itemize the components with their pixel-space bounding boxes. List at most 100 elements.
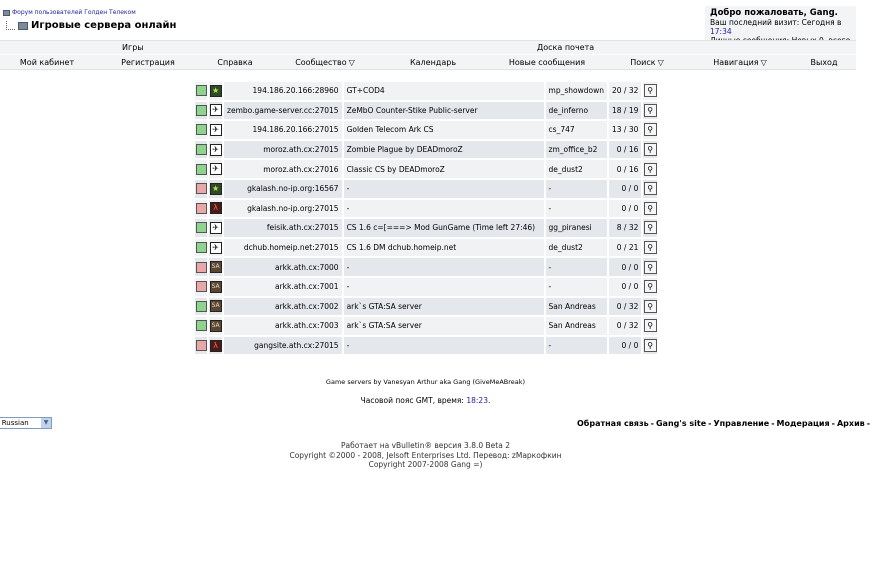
server-address: arkk.ath.cx:7003 bbox=[224, 317, 342, 335]
counter-strike-icon: ✈ bbox=[209, 143, 222, 156]
magnifier-icon[interactable]: ⚲ bbox=[643, 221, 657, 235]
footer-separator: - bbox=[771, 419, 775, 428]
server-row: ✈ dchub.homeip.net:27015 CS 1.6 DM dchub.h… bbox=[195, 238, 657, 257]
details-cell: ⚲ bbox=[643, 317, 657, 335]
server-row: λ gangsite.ath.cx:27015- -0 / 0 ⚲ bbox=[195, 336, 657, 355]
server-players: 18 / 19 bbox=[608, 101, 642, 120]
language-select[interactable]: - Russian ▼ bbox=[0, 417, 52, 429]
server-map: gg_piranesi bbox=[545, 219, 607, 237]
server-address: gkalash.no-ip.org:16567 bbox=[224, 179, 342, 198]
magnifier-icon[interactable]: ⚲ bbox=[643, 260, 657, 274]
server-players: 0 / 0 bbox=[608, 199, 642, 218]
server-row: ✈ 194.186.20.166:27015 Golden Telecom Ark … bbox=[195, 121, 657, 139]
page-title: Игровые сервера онлайн bbox=[31, 20, 177, 31]
footer-link[interactable]: Архив bbox=[837, 419, 865, 428]
half-life-icon: λ bbox=[209, 202, 222, 215]
magnifier-icon[interactable]: ⚲ bbox=[643, 280, 657, 294]
magnifier-icon[interactable]: ⚲ bbox=[643, 84, 657, 98]
server-row: ✈ moroz.ath.cx:27015 Zombie Plague by DEAD… bbox=[195, 140, 657, 159]
counter-strike-icon: ✈ bbox=[209, 221, 222, 234]
details-cell: ⚲ bbox=[643, 297, 657, 316]
nav-item-label: Новые сообщения bbox=[508, 58, 586, 67]
server-players: 0 / 16 bbox=[608, 140, 642, 159]
magnifier-icon[interactable]: ⚲ bbox=[643, 162, 657, 176]
magnifier-icon[interactable]: ⚲ bbox=[643, 103, 657, 117]
status-online-indicator bbox=[195, 242, 207, 254]
counter-strike-icon: ✈ bbox=[209, 241, 222, 254]
footer-link[interactable]: Модерация bbox=[777, 419, 830, 428]
magnifier-icon[interactable]: ⚲ bbox=[643, 182, 657, 196]
game-cell: ✈ bbox=[209, 121, 223, 139]
server-row: ✈ moroz.ath.cx:27016 Classic CS by DEADmor… bbox=[195, 160, 657, 178]
breadcrumb-forum-link[interactable]: Форум пользователей Голден Телеком bbox=[12, 9, 136, 16]
footer-link[interactable]: Управление bbox=[713, 419, 769, 428]
details-cell: ⚲ bbox=[643, 277, 657, 296]
gta-sa-icon: SA bbox=[209, 319, 222, 332]
dropdown-arrow-icon[interactable]: ▼ bbox=[41, 418, 51, 428]
nav-item-6[interactable]: Новые сообщения bbox=[509, 58, 585, 67]
server-map: de_dust2 bbox=[545, 160, 607, 178]
cod4-icon: ★ bbox=[209, 84, 222, 97]
server-players: 0 / 32 bbox=[608, 297, 642, 316]
game-cell: ✈ bbox=[209, 238, 223, 257]
server-row: SA arkk.ath.cx:7003 ark`s GTA:SA server San… bbox=[195, 317, 657, 335]
timezone-suffix: . bbox=[487, 396, 491, 405]
copyright-line: Работает на vBulletin® версия 3.8.0 Beta… bbox=[341, 441, 510, 450]
server-address: dchub.homeip.net:27015 bbox=[224, 238, 342, 257]
nav-item-2[interactable]: Регистрация bbox=[121, 58, 175, 67]
forum-header: Форум пользователей Голден Телеком Игров… bbox=[0, 6, 856, 54]
nav-item-7[interactable]: Поиск ▽ bbox=[630, 58, 664, 67]
status-cell bbox=[195, 277, 208, 296]
last-visit: Ваш последний визит: Сегодня в 17:34 bbox=[710, 18, 851, 36]
magnifier-icon[interactable]: ⚲ bbox=[643, 319, 657, 333]
status-cell bbox=[195, 297, 208, 316]
server-name: ark`s GTA:SA server bbox=[343, 317, 544, 335]
magnifier-icon[interactable]: ⚲ bbox=[643, 339, 657, 353]
server-name: - bbox=[343, 336, 544, 355]
server-address: arkk.ath.cx:7000 bbox=[224, 258, 342, 276]
status-offline-indicator bbox=[195, 340, 207, 352]
status-cell bbox=[195, 238, 208, 257]
status-cell bbox=[195, 219, 208, 237]
game-cell: SA bbox=[209, 277, 223, 296]
status-cell bbox=[195, 140, 208, 159]
tree-branch-icon bbox=[6, 21, 15, 30]
server-address: moroz.ath.cx:27016 bbox=[224, 160, 342, 178]
status-cell bbox=[195, 121, 208, 139]
status-online-indicator bbox=[195, 320, 207, 332]
status-online-indicator bbox=[195, 104, 207, 116]
nav-item-3[interactable]: Справка bbox=[217, 58, 252, 67]
nav-item-4[interactable]: Сообщество ▽ bbox=[295, 58, 355, 67]
nav-item-label: Сообщество bbox=[295, 58, 347, 67]
welcome-text: Добро пожаловать, Gang. bbox=[710, 8, 838, 18]
secondary-navbar: Игры Доска почета bbox=[0, 40, 856, 54]
game-cell: λ bbox=[209, 336, 223, 355]
footer-link[interactable]: Gang's site bbox=[656, 419, 706, 428]
nav-item-5[interactable]: Календарь bbox=[410, 58, 456, 67]
magnifier-icon[interactable]: ⚲ bbox=[643, 241, 657, 255]
game-cell: SA bbox=[209, 258, 223, 276]
magnifier-icon[interactable]: ⚲ bbox=[643, 123, 657, 137]
nav-board-link[interactable]: Доска почета bbox=[537, 43, 594, 52]
details-cell: ⚲ bbox=[643, 160, 657, 178]
magnifier-icon[interactable]: ⚲ bbox=[643, 143, 657, 157]
game-cell: ✈ bbox=[209, 160, 223, 178]
nav-item-1[interactable]: Мой кабинет bbox=[20, 58, 74, 67]
server-map: San Andreas bbox=[545, 317, 607, 335]
nav-games-link[interactable]: Игры bbox=[122, 43, 144, 52]
nav-item-9[interactable]: Выход bbox=[811, 58, 838, 67]
status-cell bbox=[195, 82, 208, 100]
servers-table: ★ 194.186.20.166:28960 GT+COD4 mp_showdown 2… bbox=[193, 80, 659, 357]
footer-link[interactable]: Обратная связь bbox=[577, 419, 649, 428]
footer-separator: - bbox=[650, 419, 654, 428]
status-online-indicator bbox=[195, 85, 207, 97]
server-address: moroz.ath.cx:27015 bbox=[224, 140, 342, 159]
server-address: feisik.ath.cx:27015 bbox=[224, 219, 342, 237]
nav-item-8[interactable]: Навигация ▽ bbox=[713, 58, 767, 67]
server-address: arkk.ath.cx:7002 bbox=[224, 297, 342, 316]
nav-item-label: Регистрация bbox=[121, 58, 175, 67]
magnifier-icon[interactable]: ⚲ bbox=[643, 201, 657, 215]
copyright-line: Copyright ©2000 - 2008, Jelsoft Enterpri… bbox=[289, 450, 562, 460]
welcome-panel: Добро пожаловать, Gang. Ваш последний ви… bbox=[705, 6, 856, 54]
magnifier-icon[interactable]: ⚲ bbox=[643, 299, 657, 313]
